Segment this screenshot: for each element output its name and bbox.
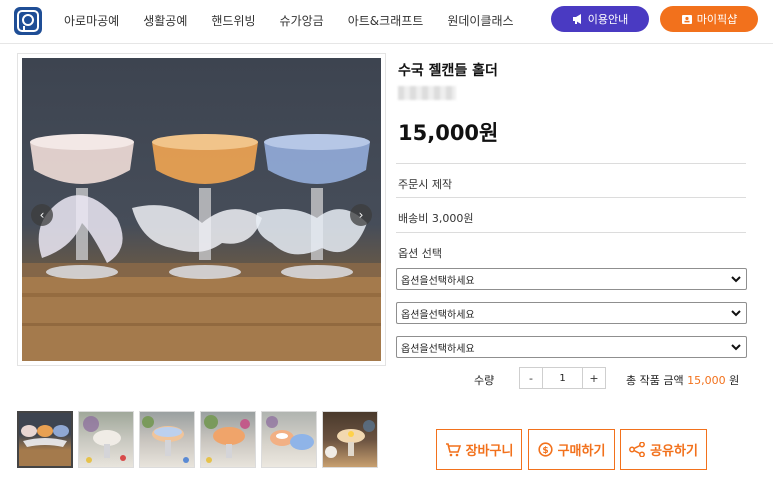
- nav-item-living[interactable]: 생활공예: [143, 12, 187, 29]
- divider: [396, 197, 746, 198]
- quantity-label: 수량: [474, 374, 495, 387]
- product-price: 15,000원: [398, 121, 499, 145]
- blurred-subtitle: [398, 86, 456, 100]
- svg-text:$: $: [542, 446, 548, 456]
- chevron-left-icon: ‹: [39, 208, 45, 222]
- share-button[interactable]: 공유하기: [620, 429, 707, 470]
- main-nav: 아로마공예 생활공예 핸드위빙 슈가앙금 아트&크래프트 원데이클래스: [64, 0, 538, 40]
- option-select-3[interactable]: 옵션을선택하세요: [396, 336, 747, 358]
- share-label: 공유하기: [650, 444, 698, 459]
- total-price-label: 총 작품 금액: [626, 374, 684, 387]
- guide-button-label: 이용안내: [587, 13, 629, 26]
- add-to-cart-button[interactable]: 장바구니: [436, 429, 522, 470]
- thumbnail-6[interactable]: [322, 411, 378, 468]
- megaphone-icon: [572, 13, 584, 25]
- nav-item-sugar[interactable]: 슈가앙금: [280, 12, 324, 29]
- logo-icon[interactable]: [14, 7, 42, 35]
- coin-icon: $: [537, 442, 553, 457]
- option-select-1[interactable]: 옵션을선택하세요: [396, 268, 747, 290]
- profile-card-icon: [681, 13, 693, 25]
- option-label: 옵션 선택: [398, 247, 442, 260]
- option-select-2[interactable]: 옵션을선택하세요: [396, 302, 747, 324]
- thumbnail-1[interactable]: [17, 411, 73, 468]
- product-main-image: ‹ ›: [17, 53, 386, 366]
- quantity-minus-button[interactable]: -: [520, 368, 542, 388]
- product-title: 수국 젤캔들 홀더: [398, 63, 498, 79]
- mypage-button[interactable]: 마이픽샵: [660, 6, 758, 32]
- shipping-fee-text: 배송비 3,000원: [398, 212, 474, 225]
- thumbnail-4[interactable]: [200, 411, 256, 468]
- buy-now-button[interactable]: $ 구매하기: [528, 429, 615, 470]
- divider: [396, 232, 746, 233]
- nav-item-weaving[interactable]: 핸드위빙: [211, 12, 255, 29]
- chevron-right-icon: ›: [358, 208, 364, 222]
- add-to-cart-label: 장바구니: [465, 444, 514, 459]
- thumbnail-strip: [17, 411, 383, 468]
- total-price-amount: 15,000: [687, 374, 726, 387]
- product-photo: ‹ ›: [22, 58, 381, 361]
- next-image-button[interactable]: ›: [350, 204, 372, 226]
- option-select-3-value: 옵션을선택하세요: [401, 343, 475, 355]
- chevron-down-icon: [730, 341, 742, 356]
- thumbnail-5[interactable]: [261, 411, 317, 468]
- divider: [396, 163, 746, 164]
- guide-button[interactable]: 이용안내: [551, 6, 649, 32]
- quantity-input[interactable]: 1: [542, 368, 583, 388]
- thumbnail-3[interactable]: [139, 411, 195, 468]
- option-select-1-value: 옵션을선택하세요: [401, 275, 475, 287]
- thumbnail-2[interactable]: [78, 411, 134, 468]
- quantity-plus-button[interactable]: +: [583, 368, 605, 388]
- chevron-down-icon: [730, 273, 742, 288]
- cart-icon: [445, 442, 461, 457]
- prev-image-button[interactable]: ‹: [31, 204, 53, 226]
- share-icon: [629, 442, 646, 457]
- total-price: 총 작품 금액 15,000 원: [626, 372, 739, 388]
- top-header: 아로마공예 생활공예 핸드위빙 슈가앙금 아트&크래프트 원데이클래스 이용안내…: [0, 0, 773, 44]
- nav-item-oneday[interactable]: 원데이클래스: [447, 12, 513, 29]
- nav-item-aroma[interactable]: 아로마공예: [64, 12, 119, 29]
- made-to-order-text: 주문시 제작: [398, 178, 453, 191]
- option-select-2-value: 옵션을선택하세요: [401, 309, 475, 321]
- total-price-unit: 원: [729, 374, 740, 387]
- nav-item-art-craft[interactable]: 아트&크래프트: [348, 12, 424, 29]
- mypage-button-label: 마이픽샵: [696, 13, 738, 26]
- quantity-stepper: - 1 +: [519, 367, 606, 389]
- chevron-down-icon: [730, 307, 742, 322]
- buy-now-label: 구매하기: [557, 444, 606, 459]
